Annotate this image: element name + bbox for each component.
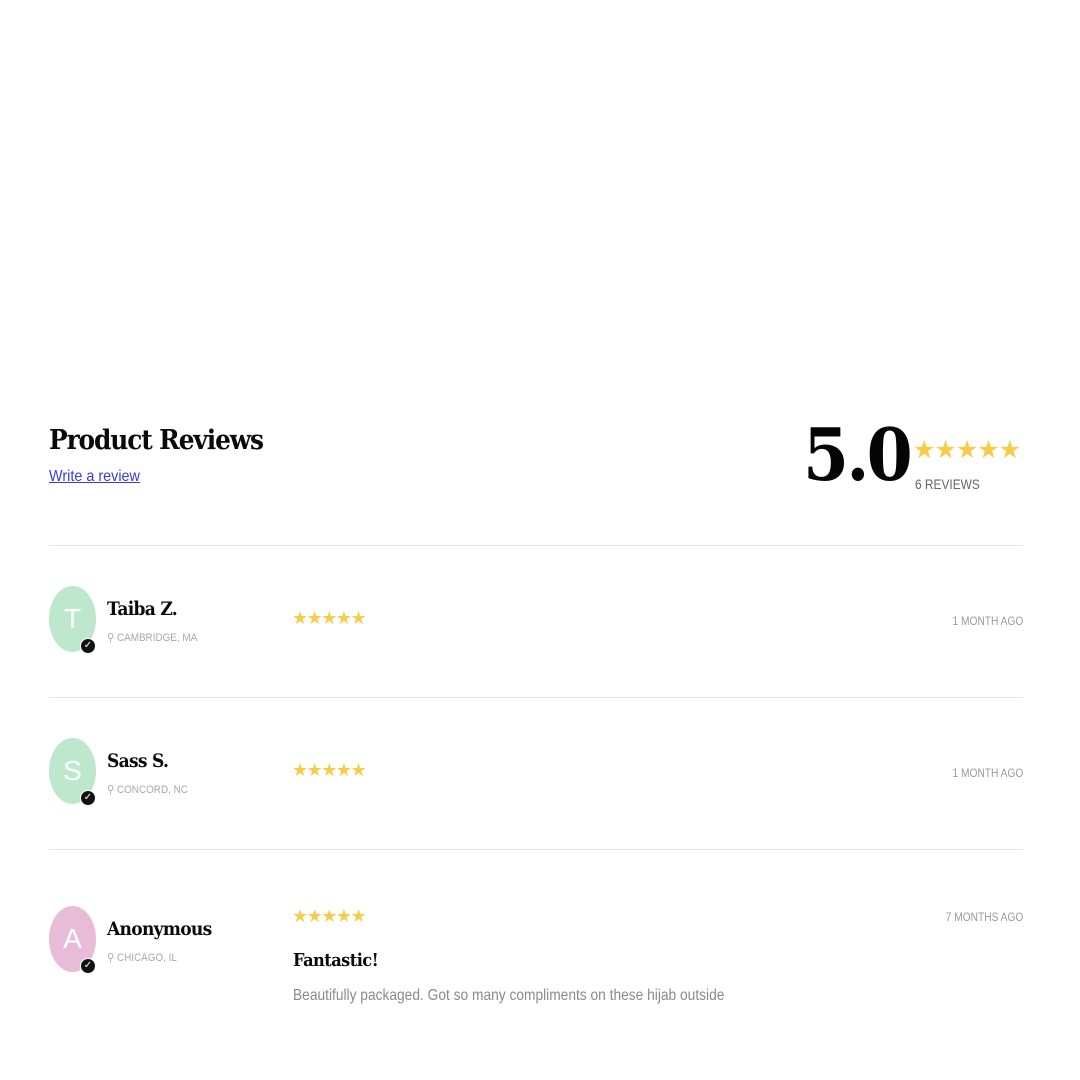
review-time: 1 MONTH AGO xyxy=(952,614,1023,628)
review-item: T ✓ Taiba Z. ⚲ CAMBRIDGE, MA ★★★★★ 1 MONT… xyxy=(49,586,1023,666)
review-body: Beautifully packaged. Got so many compli… xyxy=(293,987,725,1004)
reviewer-location: ⚲ CONCORD, NC xyxy=(107,783,188,796)
map-pin-icon: ⚲ xyxy=(107,783,115,796)
average-rating: 5.0 xyxy=(803,412,913,497)
reviewer-location: ⚲ CHICAGO, IL xyxy=(107,951,177,964)
review-time: 7 MONTHS AGO xyxy=(945,910,1023,924)
review-stars-icon: ★★★★★ xyxy=(292,760,367,781)
map-pin-icon: ⚲ xyxy=(107,951,115,964)
reviews-page: Product Reviews Write a review 5.0 ★★★★★… xyxy=(0,0,1080,1080)
verified-check-icon: ✓ xyxy=(80,790,96,806)
write-review-link[interactable]: Write a review xyxy=(49,468,140,486)
divider xyxy=(49,545,1023,546)
summary-stars-icon: ★★★★★ xyxy=(913,435,1021,464)
reviewer-location-text: CHICAGO, IL xyxy=(116,952,177,964)
review-item: A ✓ Anonymous ⚲ CHICAGO, IL ★★★★★ 7 MONTH… xyxy=(49,906,1023,1016)
review-stars-icon: ★★★★★ xyxy=(292,906,367,927)
review-time: 1 MONTH AGO xyxy=(952,766,1023,780)
reviews-header: Product Reviews Write a review 5.0 ★★★★★… xyxy=(49,419,1023,505)
review-item: S ✓ Sass S. ⚲ CONCORD, NC ★★★★★ 1 MONTH A… xyxy=(49,738,1023,818)
page-title: Product Reviews xyxy=(49,425,264,456)
verified-check-icon: ✓ xyxy=(80,958,96,974)
divider xyxy=(49,849,1023,850)
reviewer-location: ⚲ CAMBRIDGE, MA xyxy=(107,631,197,644)
verified-check-icon: ✓ xyxy=(80,638,96,654)
reviewer-location-text: CONCORD, NC xyxy=(116,784,188,796)
review-count: 6 REVIEWS xyxy=(915,476,980,492)
map-pin-icon: ⚲ xyxy=(107,631,115,644)
reviewer-name: Sass S. xyxy=(107,750,169,772)
rating-summary: 5.0 ★★★★★ 6 REVIEWS xyxy=(803,419,1023,505)
divider xyxy=(49,697,1023,698)
reviewer-name: Taiba Z. xyxy=(107,598,178,620)
reviewer-name: Anonymous xyxy=(107,918,212,940)
reviewer-location-text: CAMBRIDGE, MA xyxy=(116,632,198,644)
review-title: Fantastic! xyxy=(293,950,379,971)
review-stars-icon: ★★★★★ xyxy=(292,608,367,629)
